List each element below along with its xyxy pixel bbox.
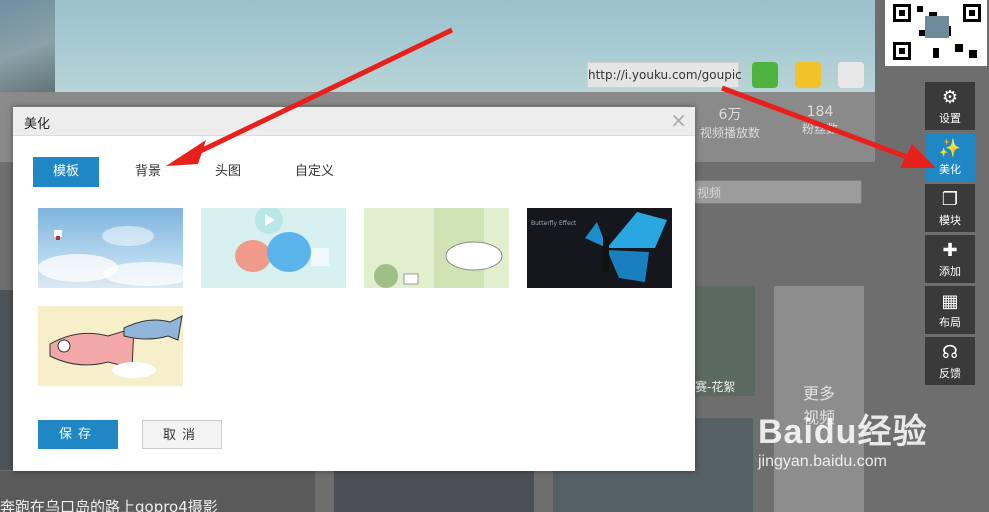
arrow-to-beautify-button (721, 85, 916, 163)
watermark-brand: Baidu经验 (758, 413, 928, 451)
page: http://i.youku.com/goupic 6万 视频播放数 184 粉… (0, 0, 989, 512)
arrow-to-background-tab (166, 140, 206, 166)
watermark-url: jingyan.baidu.com (758, 453, 887, 470)
arrow-to-background-tab (188, 27, 454, 159)
baidu-watermark: Baidu经验 jingyan.baidu.com (758, 404, 927, 471)
